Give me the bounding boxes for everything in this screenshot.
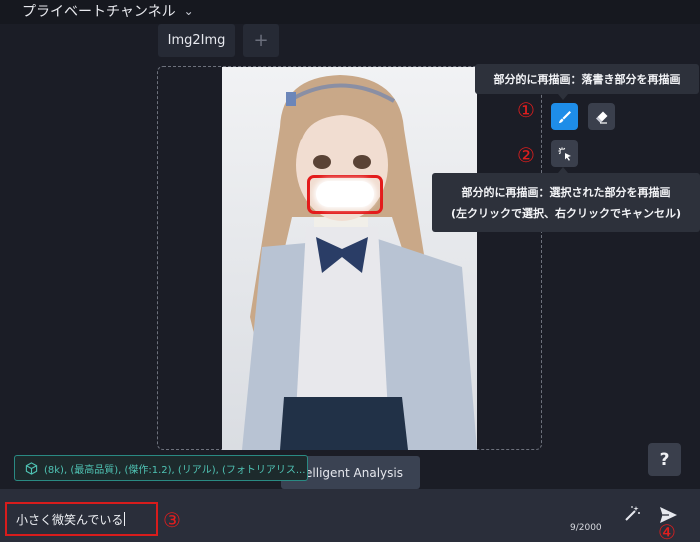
help-button[interactable]: ? [648, 443, 681, 476]
tab-img2img[interactable]: Img2Img [158, 24, 235, 57]
smart-select-button[interactable] [551, 140, 578, 167]
brush-button[interactable] [551, 103, 578, 130]
brush-icon [558, 110, 571, 123]
channel-title: プライベートチャンネル [22, 4, 176, 20]
brush-tooltip: 部分的に再描画：落書き部分を再描画 [475, 64, 699, 94]
select-tooltip-line-1: 部分的に再描画：選択された部分を再描画 [461, 186, 671, 199]
chevron-down-icon: ⌄ [183, 4, 194, 18]
prompt-preset-chip[interactable]: (8k), (最高品質), (傑作:1.2), (リアル), (フォトリアリス.… [14, 455, 308, 481]
cube-icon [25, 461, 38, 475]
magic-select-icon [558, 147, 571, 161]
source-image [222, 67, 477, 450]
top-bar: プライベートチャンネル ⌄ [0, 0, 700, 24]
annotation-1: ① [517, 98, 535, 122]
eraser-icon [595, 111, 607, 124]
annotation-2: ② [517, 143, 535, 167]
magic-wand-button[interactable] [622, 504, 642, 524]
character-counter: 9/2000 [570, 523, 602, 533]
annotation-4: ④ [658, 520, 676, 542]
add-tab-button[interactable]: + [243, 24, 279, 57]
portrait-image [222, 67, 477, 450]
prompt-input[interactable]: 小さく微笑んでいる [5, 502, 158, 536]
select-tooltip: 部分的に再描画：選択された部分を再描画 (左クリックで選択、右クリックでキャンセ… [432, 173, 700, 232]
prompt-input-value: 小さく微笑んでいる [16, 512, 124, 527]
select-tooltip-line-2: (左クリックで選択、右クリックでキャンセル) [450, 207, 682, 220]
magic-wand-icon [625, 506, 640, 521]
channel-selector[interactable]: プライベートチャンネル ⌄ [22, 1, 194, 21]
masked-area [316, 181, 374, 207]
annotation-3: ③ [163, 508, 181, 532]
tooltip-arrow [558, 94, 568, 100]
eraser-button[interactable] [588, 103, 615, 130]
prompt-chip-text: (8k), (最高品質), (傑作:1.2), (リアル), (フォトリアリス.… [44, 464, 306, 476]
text-caret [124, 512, 126, 526]
